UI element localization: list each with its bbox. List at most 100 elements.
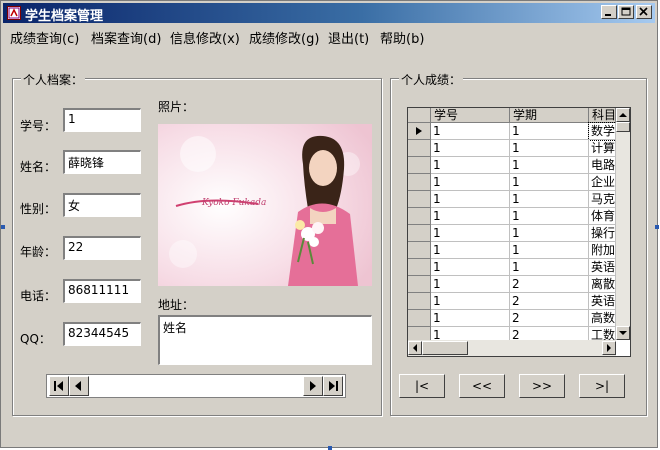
menu-exit[interactable]: 退出(t) <box>328 28 369 47</box>
first-page-button[interactable]: |< <box>399 374 445 398</box>
next-page-button[interactable]: >> <box>519 374 565 398</box>
scroll-left-button[interactable] <box>408 341 422 355</box>
cell-student-id[interactable]: 1 <box>431 225 510 242</box>
cell-term[interactable]: 1 <box>510 157 589 174</box>
cell-student-id[interactable]: 1 <box>431 140 510 157</box>
table-row[interactable]: 1 1 英语 <box>408 259 630 276</box>
cell-student-id[interactable]: 1 <box>431 276 510 293</box>
row-selector[interactable] <box>408 293 431 310</box>
cell-student-id[interactable]: 1 <box>431 123 510 140</box>
menu-info-edit[interactable]: 信息修改(x) <box>170 28 240 47</box>
vertical-scroll-thumb[interactable] <box>616 122 630 132</box>
cell-subject[interactable]: 电路 <box>589 157 616 174</box>
column-header-student-id[interactable]: 学号 <box>431 108 510 123</box>
scroll-right-button[interactable] <box>602 341 616 355</box>
cell-student-id[interactable]: 1 <box>431 242 510 259</box>
cell-student-id[interactable]: 1 <box>431 293 510 310</box>
table-row[interactable]: 1 1 数学 <box>408 122 630 141</box>
student-id-field[interactable]: 1 <box>63 108 141 132</box>
cell-subject[interactable]: 离散 <box>589 276 616 293</box>
title-bar[interactable]: 学生档案管理 <box>3 3 655 24</box>
column-header-subject[interactable]: 科目 <box>589 108 616 123</box>
menu-grade-query[interactable]: 成绩查询(c) <box>10 28 79 47</box>
row-selector[interactable] <box>408 123 431 140</box>
horizontal-scrollbar[interactable] <box>408 340 616 356</box>
row-selector[interactable] <box>408 310 431 327</box>
menu-help[interactable]: 帮助(b) <box>380 28 424 47</box>
cell-subject[interactable]: 英语 <box>589 293 616 310</box>
grades-table[interactable]: 学号 学期 科目 1 1 数学 1 1 计算 1 1 电路 1 1 企业 1 1 马克 1 1 体育 1 1 操行 1 1 附… <box>407 107 631 357</box>
cell-term[interactable]: 1 <box>510 123 589 140</box>
resize-handle-right[interactable] <box>655 225 659 229</box>
cell-term[interactable]: 1 <box>510 191 589 208</box>
cell-subject[interactable]: 附加 <box>589 242 616 259</box>
cell-term[interactable]: 1 <box>510 208 589 225</box>
menu-grade-edit[interactable]: 成绩修改(g) <box>249 28 319 47</box>
close-button[interactable] <box>636 5 652 19</box>
cell-subject[interactable]: 计算 <box>589 140 616 157</box>
cell-subject[interactable]: 马克 <box>589 191 616 208</box>
last-page-button[interactable]: >| <box>579 374 625 398</box>
cell-student-id[interactable]: 1 <box>431 310 510 327</box>
horizontal-scroll-thumb[interactable] <box>422 341 468 355</box>
menu-record-query[interactable]: 档案查询(d) <box>91 28 161 47</box>
cell-subject[interactable]: 英语 <box>589 259 616 276</box>
address-field[interactable]: 姓名 <box>158 315 372 365</box>
first-record-button[interactable] <box>49 376 69 396</box>
row-selector[interactable] <box>408 191 431 208</box>
phone-field[interactable]: 86811111 <box>63 279 141 303</box>
previous-page-button[interactable]: << <box>459 374 505 398</box>
cell-student-id[interactable]: 1 <box>431 259 510 276</box>
row-selector[interactable] <box>408 208 431 225</box>
table-row[interactable]: 1 2 离散 <box>408 276 630 293</box>
record-navigator[interactable] <box>46 374 346 398</box>
last-record-button[interactable] <box>323 376 343 396</box>
table-row[interactable]: 1 2 英语 <box>408 293 630 310</box>
row-selector[interactable] <box>408 276 431 293</box>
row-selector[interactable] <box>408 242 431 259</box>
table-row[interactable]: 1 1 马克 <box>408 191 630 208</box>
cell-subject[interactable]: 体育 <box>589 208 616 225</box>
gender-field[interactable]: 女 <box>63 193 141 217</box>
table-row[interactable]: 1 1 计算 <box>408 140 630 157</box>
age-field[interactable]: 22 <box>63 236 141 260</box>
next-record-button[interactable] <box>303 376 323 396</box>
row-selector[interactable] <box>408 157 431 174</box>
scroll-up-button[interactable] <box>616 108 630 122</box>
table-row[interactable]: 1 1 企业 <box>408 174 630 191</box>
cell-student-id[interactable]: 1 <box>431 191 510 208</box>
table-row[interactable]: 1 1 体育 <box>408 208 630 225</box>
cell-student-id[interactable]: 1 <box>431 157 510 174</box>
row-selector[interactable] <box>408 174 431 191</box>
row-selector[interactable] <box>408 259 431 276</box>
column-header-term[interactable]: 学期 <box>510 108 589 123</box>
table-row[interactable]: 1 2 高数 <box>408 310 630 327</box>
cell-subject[interactable]: 企业 <box>589 174 616 191</box>
cell-student-id[interactable]: 1 <box>431 208 510 225</box>
table-row[interactable]: 1 1 电路 <box>408 157 630 174</box>
maximize-button[interactable] <box>618 5 634 19</box>
cell-term[interactable]: 2 <box>510 293 589 310</box>
previous-record-button[interactable] <box>69 376 89 396</box>
cell-term[interactable]: 1 <box>510 242 589 259</box>
cell-term[interactable]: 2 <box>510 310 589 327</box>
minimize-button[interactable] <box>601 5 617 19</box>
resize-handle-left[interactable] <box>1 225 5 229</box>
cell-term[interactable]: 1 <box>510 259 589 276</box>
name-field[interactable]: 薛晓锋 <box>63 150 141 174</box>
qq-field[interactable]: 82344545 <box>63 322 141 346</box>
cell-term[interactable]: 1 <box>510 140 589 157</box>
cell-term[interactable]: 1 <box>510 174 589 191</box>
scroll-down-button[interactable] <box>616 326 630 340</box>
cell-subject[interactable]: 操行 <box>589 225 616 242</box>
cell-subject[interactable]: 高数 <box>589 310 616 327</box>
cell-term[interactable]: 1 <box>510 225 589 242</box>
resize-handle-bottom[interactable] <box>328 446 332 450</box>
vertical-scrollbar[interactable] <box>616 108 630 340</box>
cell-student-id[interactable]: 1 <box>431 174 510 191</box>
row-selector[interactable] <box>408 225 431 242</box>
table-row[interactable]: 1 1 附加 <box>408 242 630 259</box>
row-selector[interactable] <box>408 140 431 157</box>
cell-subject[interactable]: 数学 <box>588 122 617 141</box>
table-row[interactable]: 1 1 操行 <box>408 225 630 242</box>
